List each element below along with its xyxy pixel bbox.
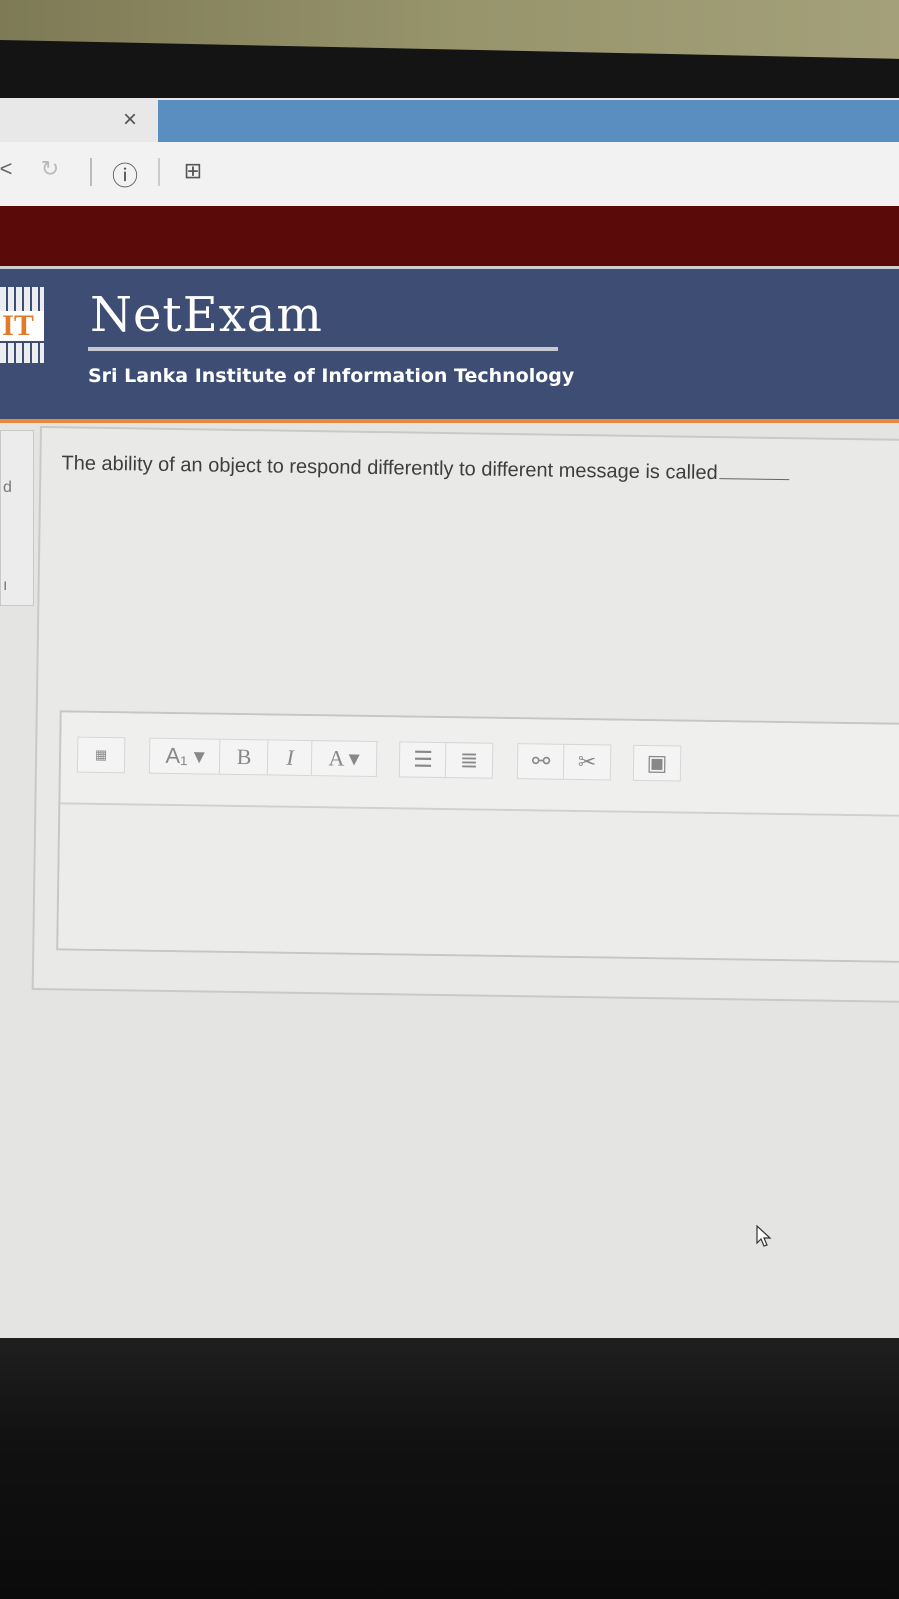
top-maroon-bar (0, 206, 899, 266)
editor-toolbar: ▦ A₁ ▾ B I A ▾ ☰ ≣ ⚯ ✂ ▣ (60, 712, 899, 818)
monitor-bezel-bottom (0, 1338, 899, 1599)
answer-blank (719, 478, 790, 481)
italic-button[interactable]: I (266, 739, 314, 777)
bookmark-page-icon[interactable]: ⊞ (180, 158, 206, 184)
unordered-list-icon[interactable]: ☰ (398, 741, 448, 779)
paragraph-style-label: A₁ (165, 742, 188, 769)
close-icon[interactable]: × (116, 106, 144, 134)
toolbar-separator (158, 158, 160, 186)
screen: × < ↻ ⓘ ⊞ IT NetExam Sri Lanka Institute… (0, 98, 899, 1360)
site-brand: NetExam (90, 287, 323, 343)
ordered-list-icon[interactable]: ≣ (444, 742, 494, 779)
chevron-down-icon: ▾ (193, 743, 205, 769)
site-banner: IT NetExam Sri Lanka Institute of Inform… (0, 269, 899, 423)
answer-editor[interactable]: ▦ A₁ ▾ B I A ▾ ☰ ≣ ⚯ ✂ ▣ (56, 710, 899, 964)
institute-name: Sri Lanka Institute of Information Techn… (88, 365, 575, 387)
editor-text-area[interactable] (58, 804, 899, 962)
sliver-text: d (3, 479, 12, 496)
logo-text: IT (0, 311, 44, 341)
browser-tab-bar: × (0, 98, 899, 142)
bold-button[interactable]: B (218, 738, 270, 776)
left-navigation-sliver: d ı (0, 430, 34, 606)
font-color-button[interactable]: A ▾ (310, 740, 378, 778)
question-text: The ability of an object to respond diff… (61, 452, 790, 486)
info-icon[interactable]: ⓘ (110, 156, 140, 193)
paragraph-style-button[interactable]: A₁ ▾ (148, 737, 222, 775)
brand-underline (88, 347, 558, 351)
show-more-buttons-icon[interactable]: ▦ (76, 736, 126, 774)
mouse-pointer-icon (756, 1225, 772, 1247)
question-panel: The ability of an object to respond diff… (31, 426, 899, 1004)
insert-image-icon[interactable]: ▣ (632, 744, 682, 782)
toolbar-separator (90, 158, 92, 186)
question-text-content: The ability of an object to respond diff… (61, 452, 718, 485)
new-tab-area[interactable] (158, 100, 899, 142)
font-color-label: A (328, 745, 344, 771)
back-icon[interactable]: < (0, 156, 16, 182)
link-icon[interactable]: ⚯ (516, 743, 566, 780)
reload-icon[interactable]: ↻ (38, 156, 62, 182)
unlink-icon[interactable]: ✂ (562, 743, 612, 781)
chevron-down-icon: ▾ (348, 745, 360, 771)
sliit-logo: IT (0, 287, 44, 365)
sliver-text: ı (3, 577, 8, 594)
